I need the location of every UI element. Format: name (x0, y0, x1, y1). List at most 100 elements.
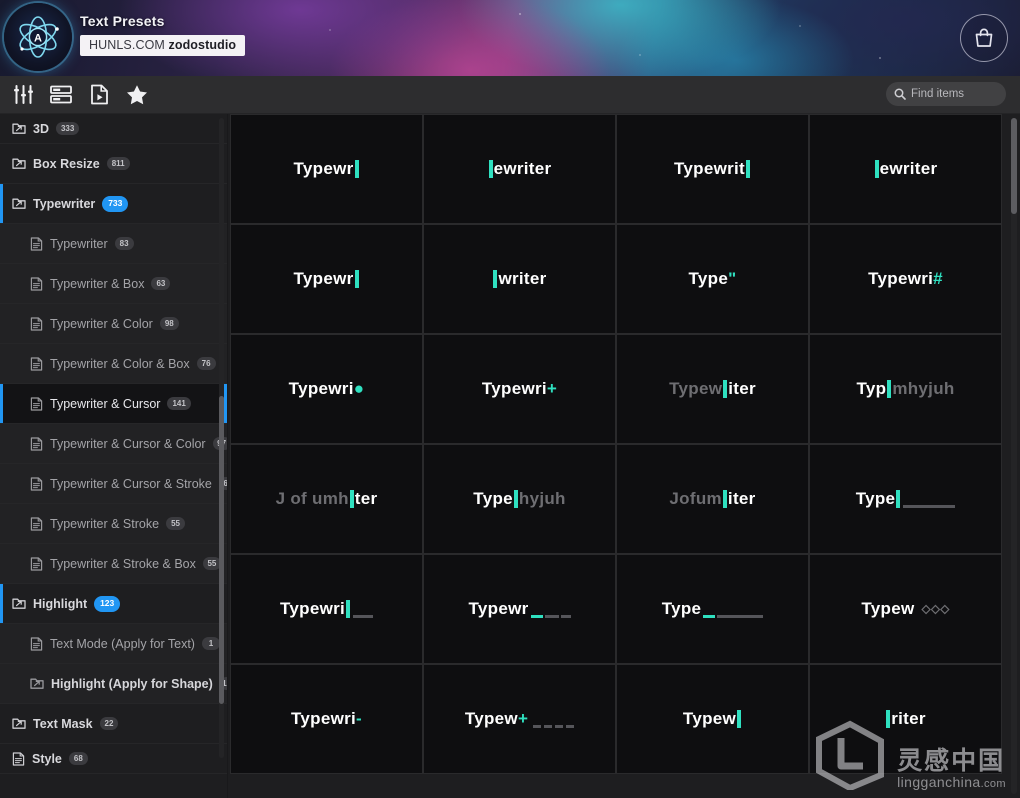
preset-preview-text: Type (856, 489, 956, 509)
preset-text-run: Jofum (669, 489, 722, 508)
preset-text-run: riter (891, 709, 926, 728)
preset-cell[interactable]: ewriter (809, 114, 1002, 224)
sidebar-item-count: 141 (167, 397, 191, 410)
star-icon (127, 85, 147, 105)
sidebar-item-typewriter[interactable]: Typewriter 83 (0, 224, 227, 264)
underline-bar (903, 504, 956, 508)
preset-cell[interactable]: Typewri # (809, 224, 1002, 334)
layout-list-button[interactable] (42, 76, 80, 114)
sidebar-scrollbar-thumb[interactable] (219, 396, 224, 704)
sidebar-item-typewriter-cursor-color[interactable]: Typewriter & Cursor & Color97 (0, 424, 227, 464)
sidebar-item-typewriter-box[interactable]: Typewriter & Box 63 (0, 264, 227, 304)
preset-cell[interactable]: Typewr (423, 554, 616, 664)
sidebar-item-count: 76 (196, 357, 216, 370)
preset-text-run: + (517, 709, 529, 728)
sidebar-item-highlight[interactable]: Highlight 123 (0, 584, 227, 624)
preset-text-run: Typewrit (673, 159, 746, 178)
preset-cell[interactable]: Typewr (230, 224, 423, 334)
text-cursor-icon (493, 270, 498, 288)
preset-cell[interactable]: Typewri (230, 554, 423, 664)
preset-cell[interactable]: Typew + (423, 664, 616, 774)
text-cursor-icon (746, 160, 751, 178)
category-sidebar[interactable]: 3D 333 Box Resize 811 Typewriter 733 Typewrite… (0, 114, 228, 798)
preset-preview-text: ewriter (874, 159, 938, 179)
sidebar-item-count: 22 (99, 717, 119, 730)
preset-cell[interactable]: Typew (616, 664, 809, 774)
sidebar-item-typewriter[interactable]: Typewriter 733 (0, 184, 227, 224)
sidebar-item-typewriter-color-box[interactable]: Typewriter & Color & Box 76 (0, 344, 227, 384)
preset-preview-text: Type (662, 599, 764, 619)
grid-scrollbar[interactable] (1011, 118, 1017, 794)
preset-preview-text: Type hyjuh (473, 489, 565, 509)
sidebar-item-label: Typewriter & Stroke (50, 516, 160, 531)
sidebar-item-typewriter-cursor-stroke[interactable]: Typewriter & Cursor & Stroke65 (0, 464, 227, 504)
sidebar-item-count: 811 (106, 157, 130, 170)
sidebar-item-count: 83 (114, 237, 134, 250)
sidebar-item-style[interactable]: Style 68 (0, 744, 227, 774)
sidebar-item-typewriter-color[interactable]: Typewriter & Color 98 (0, 304, 227, 344)
preset-text-run: - (356, 709, 363, 728)
sidebar-scrollbar[interactable] (219, 118, 224, 758)
preset-cell[interactable]: Type hyjuh (423, 444, 616, 554)
preset-cell[interactable]: Jofum iter (616, 444, 809, 554)
watermark-en: lingganchina (897, 774, 981, 790)
sidebar-item-typewriter-stroke[interactable]: Typewriter & Stroke 55 (0, 504, 227, 544)
preset-cell[interactable]: Typew ⬦⬦⬦ (809, 554, 1002, 664)
preset-text-run: Typewr (293, 269, 354, 288)
preset-text-run: J of umh (275, 489, 349, 508)
preset-cell[interactable]: Type (809, 444, 1002, 554)
preset-preview-text: Typewri # (868, 269, 943, 289)
sidebar-item-label: Typewriter & Cursor (50, 396, 161, 411)
sidebar-item-text-mode-apply-for-text[interactable]: Text Mode (Apply for Text) 1 (0, 624, 227, 664)
preset-cell[interactable]: Typewri - (230, 664, 423, 774)
preset-cell[interactable]: ewriter (423, 114, 616, 224)
sidebar-item-typewriter-stroke-box[interactable]: Typewriter & Stroke & Box 55 (0, 544, 227, 584)
domain-chip: HUNLS.COM zodostudio (80, 35, 246, 56)
sidebar-item-3d[interactable]: 3D 333 (0, 114, 227, 144)
favorites-button[interactable] (118, 76, 156, 114)
preset-cell[interactable]: Typewri ● (230, 334, 423, 444)
preset-cell[interactable]: Type " (616, 224, 809, 334)
preset-text-run: ter (354, 489, 378, 508)
dash-trail (533, 724, 575, 728)
preset-preview-text: Jofum iter (669, 489, 755, 509)
preset-cell[interactable]: Typew iter (616, 334, 809, 444)
preset-cell[interactable]: Type (616, 554, 809, 664)
sidebar-item-count: 55 (166, 517, 185, 530)
preset-cell[interactable]: riter (809, 664, 1002, 774)
preset-text-run: Typew (682, 709, 737, 728)
preset-text-run: # (933, 269, 943, 288)
sidebar-item-label: Typewriter & Stroke & Box (50, 556, 196, 571)
sidebar-item-box-resize[interactable]: Box Resize 811 (0, 144, 227, 184)
file-icon (30, 236, 43, 251)
sidebar-item-text-mask[interactable]: Text Mask 22 (0, 704, 227, 744)
domain-brand: zodostudio (168, 38, 237, 52)
text-cursor-icon (488, 160, 493, 178)
sidebar-item-label: 3D (33, 121, 49, 136)
file-icon (30, 556, 43, 571)
sliders-button[interactable] (4, 76, 42, 114)
sidebar-item-label: Highlight (33, 596, 88, 611)
preset-cell[interactable]: writer (423, 224, 616, 334)
preset-preview-text: Typew (683, 709, 742, 729)
file-icon (30, 276, 43, 291)
shopping-bag-button[interactable] (960, 14, 1008, 62)
video-file-button[interactable] (80, 76, 118, 114)
file-icon (30, 316, 43, 331)
preset-text-run: ewriter (493, 159, 552, 178)
grid-scrollbar-thumb[interactable] (1011, 118, 1017, 214)
sidebar-item-highlight-apply-for-shape[interactable]: Highlight (Apply for Shape)122 (0, 664, 227, 704)
search-input[interactable]: Find items (886, 82, 1006, 106)
underline-bar (703, 614, 716, 618)
preset-text-run: Type (855, 489, 896, 508)
preset-cell[interactable]: Typewr (230, 114, 423, 224)
sidebar-item-label: Typewriter (50, 236, 108, 251)
sidebar-item-typewriter-cursor[interactable]: Typewriter & Cursor 141 (0, 384, 227, 424)
preset-cell[interactable]: J of umh ter (230, 444, 423, 554)
preset-cell[interactable]: Typ mhyjuh (809, 334, 1002, 444)
sidebar-item-count: 333 (55, 122, 80, 135)
preset-preview-text: riter (885, 709, 926, 729)
preset-cell[interactable]: Typewrit (616, 114, 809, 224)
preset-cell[interactable]: Typewri + (423, 334, 616, 444)
app-logo: A (4, 3, 72, 71)
